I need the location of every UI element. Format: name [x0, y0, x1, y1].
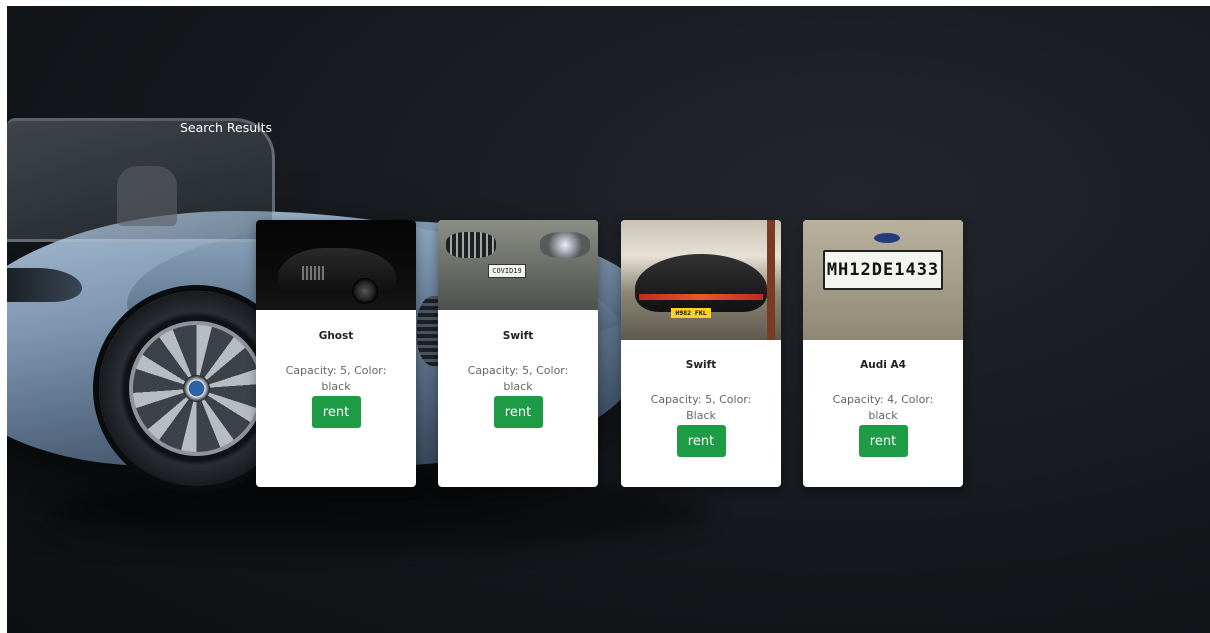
car-name: Ghost: [318, 330, 354, 342]
car-name: Swift: [685, 359, 717, 371]
car-info: Capacity: 5, Color: black: [285, 364, 387, 393]
grey-car-front-image: COVID19: [438, 220, 598, 310]
car-card: H982 FKL Swift Capacity: 5, Color: Black…: [621, 220, 781, 487]
black-sedan-image: [256, 220, 416, 310]
car-info: Capacity: 5, Color: Black: [650, 393, 752, 422]
plate-text: H982 FKL: [671, 308, 711, 318]
car-name: Swift: [502, 330, 534, 342]
car-seat: [117, 166, 177, 226]
search-results-title: Search Results: [180, 120, 273, 135]
car-badge-icon: [873, 232, 901, 244]
plate-text: MH12DE1433: [823, 250, 943, 290]
car-rear-image: H982 FKL: [621, 220, 781, 340]
car-info: Capacity: 4, Color: black: [832, 393, 934, 422]
car-card: Ghost Capacity: 5, Color: black rent: [256, 220, 416, 487]
car-info: Capacity: 5, Color: black: [467, 364, 569, 393]
car-card: MH12DE1433 Audi A4 Capacity: 4, Color: b…: [803, 220, 963, 487]
rent-button[interactable]: rent: [311, 396, 361, 428]
car-name: Audi A4: [860, 359, 906, 371]
rent-button[interactable]: rent: [858, 425, 908, 457]
page-frame: Search Results Ghost Capacity: 5, Color:…: [7, 6, 1210, 633]
rent-button[interactable]: rent: [493, 396, 543, 428]
car-card: COVID19 Swift Capacity: 5, Color: black …: [438, 220, 598, 487]
rent-button[interactable]: rent: [676, 425, 726, 457]
car-hub-logo: [183, 375, 210, 402]
plate-text: COVID19: [488, 264, 526, 278]
license-plate-image: MH12DE1433: [803, 220, 963, 340]
